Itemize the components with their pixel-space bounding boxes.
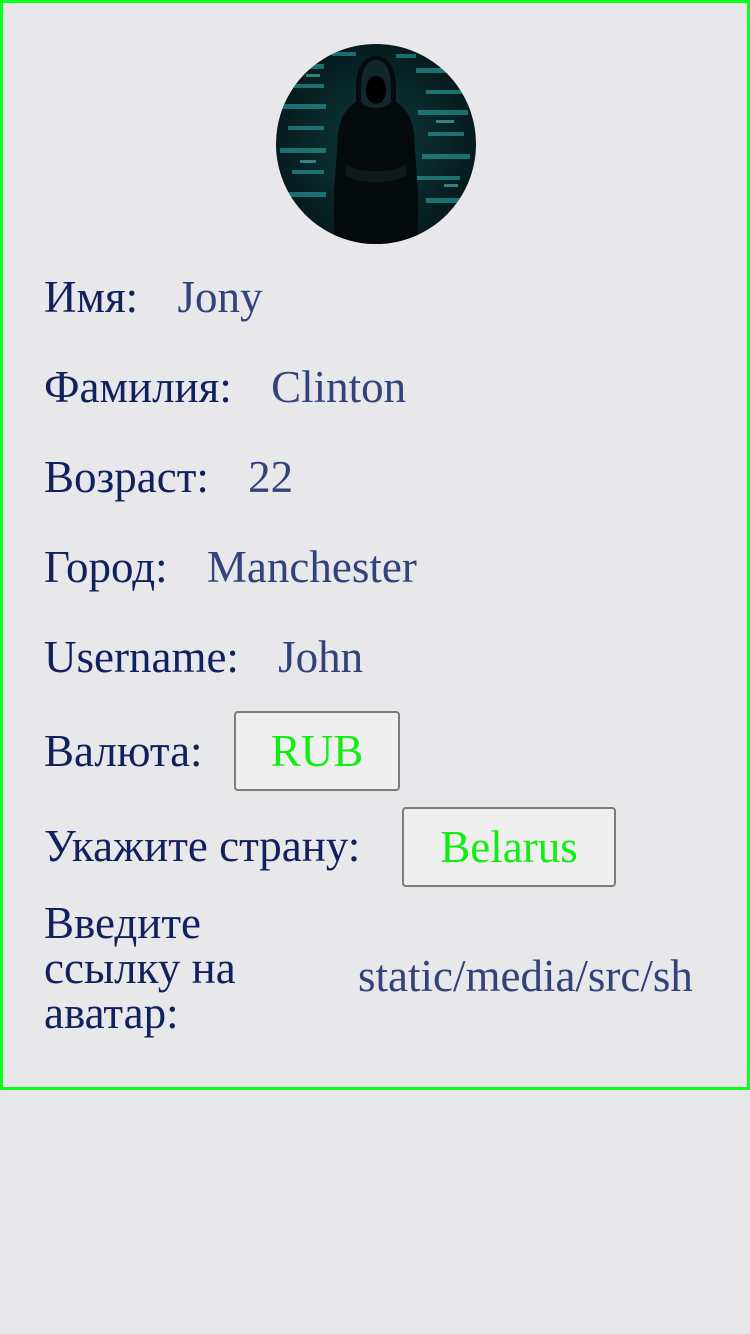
currency-select-button[interactable]: RUB [234,711,400,791]
field-row-username: Username: John [44,631,363,683]
field-row-age: Возраст: 22 [44,451,293,503]
field-value: Jony [177,272,263,322]
field-row-name: Имя: Jony [44,271,262,323]
avatar-link-label: Введите ссылку на аватар: [44,898,236,1038]
country-label: Укажите страну: [44,820,360,872]
field-label: Username: [44,632,239,682]
avatar [276,44,476,244]
field-label: Город: [44,542,168,592]
field-value: 22 [248,452,294,502]
profile-card: Имя: Jony Фамилия: Clinton Возраст: 22 Г… [0,0,750,1090]
avatar-link-input[interactable]: static/media/src/sh [358,948,698,1004]
country-label-text: Укажите страну: [44,821,361,871]
field-value: Clinton [271,362,407,412]
currency-label: Валюта: [44,725,203,777]
currency-label-text: Валюта: [44,726,203,776]
field-value: John [278,632,364,682]
field-row-city: Город: Manchester [44,541,417,593]
field-label: Возраст: [44,452,209,502]
hacker-avatar-image [276,44,476,244]
field-label: Имя: [44,272,139,322]
field-row-surname: Фамилия: Clinton [44,361,406,413]
field-label: Фамилия: [44,362,232,412]
field-value: Manchester [206,542,417,592]
country-select-button[interactable]: Belarus [402,807,616,887]
